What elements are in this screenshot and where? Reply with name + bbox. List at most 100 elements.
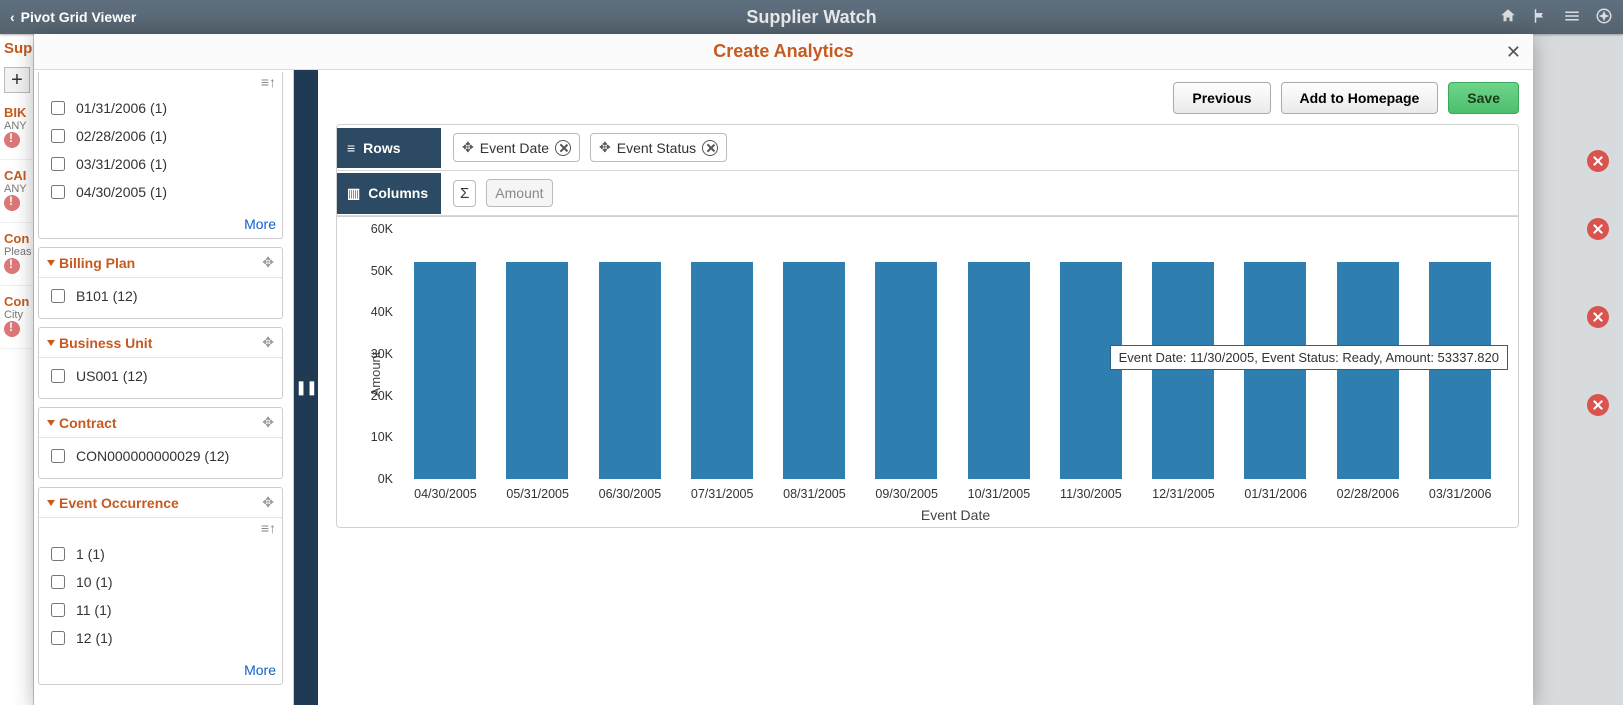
previous-button[interactable]: Previous xyxy=(1173,82,1270,114)
facet-item[interactable]: 11 (1) xyxy=(47,596,274,624)
chart-bar[interactable] xyxy=(691,262,753,479)
facet-item[interactable]: 12 (1) xyxy=(47,624,274,652)
y-axis-ticks: 0K10K20K30K40K50K60K xyxy=(357,229,393,479)
facets-sidebar: ≡↑ 01/31/2006 (1) 02/28/2006 (1) 03/31/2… xyxy=(34,70,294,705)
x-tick: 09/30/2005 xyxy=(875,487,937,501)
move-icon: ✥ xyxy=(599,139,611,156)
drag-handle-icon[interactable]: ✥ xyxy=(262,494,274,511)
chart-tooltip: Event Date: 11/30/2005, Event Status: Re… xyxy=(1110,345,1508,370)
x-tick: 05/31/2005 xyxy=(506,487,568,501)
app-topbar: ‹ Pivot Grid Viewer Supplier Watch xyxy=(0,0,1623,34)
checkbox[interactable] xyxy=(51,129,65,143)
facet-billing-plan: Billing Plan ✥ B101 (12) xyxy=(38,247,283,319)
drag-handle-icon[interactable]: ✥ xyxy=(262,414,274,431)
facet-item[interactable]: 02/28/2006 (1) xyxy=(47,122,274,150)
x-tick: 04/30/2005 xyxy=(414,487,476,501)
checkbox[interactable] xyxy=(51,603,65,617)
facet-event-occurrence: Event Occurrence ✥ ≡↑ 1 (1) 10 (1) 11 (1… xyxy=(38,487,283,685)
x-axis-ticks: 04/30/200505/31/200506/30/200507/31/2005… xyxy=(399,487,1506,501)
sigma-chip[interactable]: Σ xyxy=(453,180,476,207)
more-link[interactable]: More xyxy=(244,662,276,678)
facet-title[interactable]: Event Occurrence xyxy=(47,495,179,511)
x-tick: 07/31/2005 xyxy=(691,487,753,501)
back-breadcrumb[interactable]: ‹ Pivot Grid Viewer xyxy=(10,9,136,25)
pause-icon: ❚❚ xyxy=(295,379,316,396)
amount-chip[interactable]: Amount xyxy=(486,179,552,207)
x-axis-label: Event Date xyxy=(399,507,1512,523)
checkbox[interactable] xyxy=(51,289,65,303)
more-link[interactable]: More xyxy=(244,216,276,232)
save-button[interactable]: Save xyxy=(1448,82,1519,114)
y-tick: 30K xyxy=(371,347,393,361)
chart-bar[interactable] xyxy=(1337,262,1399,479)
chart-bar[interactable] xyxy=(783,262,845,479)
facet-contract: Contract ✥ CON000000000029 (12) xyxy=(38,407,283,479)
facet-item[interactable]: CON000000000029 (12) xyxy=(47,442,274,470)
breadcrumb-label: Pivot Grid Viewer xyxy=(21,9,137,25)
row-chip-event-date[interactable]: ✥ Event Date xyxy=(453,133,580,162)
add-to-homepage-button[interactable]: Add to Homepage xyxy=(1281,82,1439,114)
warning-icon xyxy=(4,321,20,337)
y-tick: 20K xyxy=(371,389,393,403)
facet-event-date: ≡↑ 01/31/2006 (1) 02/28/2006 (1) 03/31/2… xyxy=(38,72,283,239)
row-chip-event-status[interactable]: ✥ Event Status xyxy=(590,133,727,162)
chart-bar[interactable] xyxy=(1060,262,1122,479)
menu-icon[interactable] xyxy=(1563,7,1581,28)
delete-icon[interactable] xyxy=(1587,218,1609,240)
chart-bar[interactable] xyxy=(414,262,476,479)
facet-item[interactable]: 1 (1) xyxy=(47,540,274,568)
sidebar-collapse-handle[interactable]: ❚❚ xyxy=(294,70,318,705)
warning-icon xyxy=(4,195,20,211)
delete-icon[interactable] xyxy=(1587,394,1609,416)
facet-item[interactable]: B101 (12) xyxy=(47,282,274,310)
checkbox[interactable] xyxy=(51,631,65,645)
flag-icon[interactable] xyxy=(1531,7,1549,28)
facet-item[interactable]: US001 (12) xyxy=(47,362,274,390)
checkbox[interactable] xyxy=(51,449,65,463)
delete-icon[interactable] xyxy=(1587,306,1609,328)
home-icon[interactable] xyxy=(1499,7,1517,28)
drag-handle-icon[interactable]: ✥ xyxy=(262,334,274,351)
remove-chip-icon[interactable] xyxy=(702,140,718,156)
chart-bar[interactable] xyxy=(1429,262,1491,479)
remove-chip-icon[interactable] xyxy=(555,140,571,156)
facet-title[interactable]: Contract xyxy=(47,415,117,431)
x-tick: 02/28/2006 xyxy=(1337,487,1399,501)
facet-item[interactable]: 03/31/2006 (1) xyxy=(47,150,274,178)
checkbox[interactable] xyxy=(51,369,65,383)
checkbox[interactable] xyxy=(51,575,65,589)
x-tick: 01/31/2006 xyxy=(1244,487,1306,501)
chevron-down-icon xyxy=(47,420,55,426)
facet-business-unit: Business Unit ✥ US001 (12) xyxy=(38,327,283,399)
checkbox[interactable] xyxy=(51,101,65,115)
move-icon: ✥ xyxy=(462,139,474,156)
chart-bar[interactable] xyxy=(968,262,1030,479)
close-icon[interactable]: ✕ xyxy=(1506,42,1521,63)
y-tick: 40K xyxy=(371,305,393,319)
drag-handle-icon[interactable]: ✥ xyxy=(262,254,274,271)
sort-icon[interactable]: ≡↑ xyxy=(39,518,282,536)
checkbox[interactable] xyxy=(51,547,65,561)
x-tick: 03/31/2006 xyxy=(1429,487,1491,501)
modal-header: Create Analytics ✕ xyxy=(34,34,1533,70)
delete-icon[interactable] xyxy=(1587,150,1609,172)
facet-item[interactable]: 04/30/2005 (1) xyxy=(47,178,274,206)
sort-icon[interactable]: ≡↑ xyxy=(39,72,282,90)
bg-header: Supplier xyxy=(0,34,33,63)
facet-item[interactable]: 10 (1) xyxy=(47,568,274,596)
compass-icon[interactable] xyxy=(1595,7,1613,28)
chart-bar[interactable] xyxy=(1152,262,1214,479)
add-button[interactable]: + xyxy=(4,67,30,93)
facet-title[interactable]: Billing Plan xyxy=(47,255,135,271)
facet-item[interactable]: 01/31/2006 (1) xyxy=(47,94,274,122)
chart-bar[interactable] xyxy=(875,262,937,479)
y-tick: 10K xyxy=(371,430,393,444)
facet-title[interactable]: Business Unit xyxy=(47,335,152,351)
pivot-config: ≡ Rows ✥ Event Date ✥ Event Status xyxy=(336,124,1519,217)
chart-bar[interactable] xyxy=(599,262,661,479)
checkbox[interactable] xyxy=(51,157,65,171)
chart-bar[interactable] xyxy=(506,262,568,479)
checkbox[interactable] xyxy=(51,185,65,199)
chart-bar[interactable] xyxy=(1244,262,1306,479)
x-tick: 10/31/2005 xyxy=(968,487,1030,501)
